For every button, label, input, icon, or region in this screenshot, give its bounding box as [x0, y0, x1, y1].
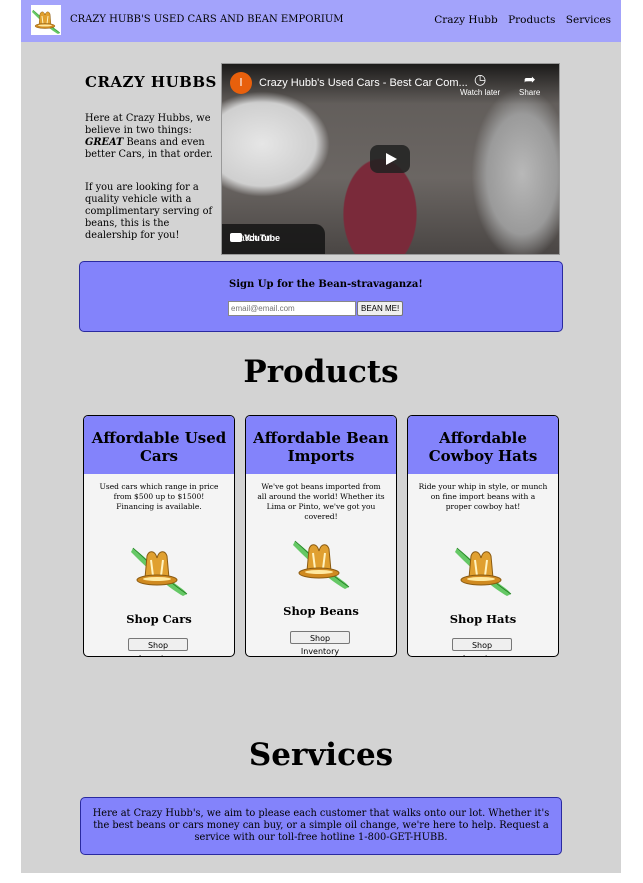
intro-emphasis: GREAT [85, 137, 124, 148]
share-label: Share [519, 88, 541, 97]
product-card-cars: Affordable Used Cars Used cars which ran… [83, 415, 235, 657]
cowboy-hat-logo-icon [453, 538, 513, 598]
shop-inventory-button[interactable]: Shop Inventory [128, 638, 188, 656]
watch-on-youtube-button[interactable]: Watch on YouTube [222, 224, 325, 254]
card-description: We've got beans imported from all around… [257, 482, 385, 521]
card-header: Affordable Bean Imports [246, 416, 396, 474]
signup-box: Sign Up for the Bean-stravaganza! BEAN M… [79, 261, 563, 332]
email-input[interactable] [228, 301, 356, 316]
services-heading: Services [248, 737, 394, 773]
services-text: Here at Crazy Hubb's, we aim to please e… [92, 808, 550, 843]
play-button[interactable] [370, 145, 410, 173]
intro-paragraph-2: If you are looking for a quality vehicle… [85, 182, 213, 241]
card-title: Affordable Cowboy Hats [428, 429, 538, 465]
intro-title: CRAZY HUBBS [85, 73, 217, 91]
cowboy-hat-logo-icon[interactable] [31, 5, 61, 35]
card-description: Ride your whip in style, or munch on fin… [418, 482, 548, 511]
video-embed[interactable]: I Crazy Hubb's Used Cars - Best Car Com.… [221, 63, 560, 255]
navbar: CRAZY HUBB'S USED CARS AND BEAN EMPORIUM… [21, 0, 621, 42]
nav-link-products[interactable]: Products [508, 14, 555, 26]
shop-inventory-button[interactable]: Shop Inventory [290, 631, 350, 656]
product-card-beans: Affordable Bean Imports We've got beans … [245, 415, 397, 657]
card-shop-heading: Shop Beans [283, 604, 359, 618]
card-header: Affordable Cowboy Hats [408, 416, 558, 474]
youtube-logo-icon: YouTube [230, 233, 280, 243]
video-title[interactable]: Crazy Hubb's Used Cars - Best Car Com... [259, 77, 468, 89]
brand-name: CRAZY HUBB'S USED CARS AND BEAN EMPORIUM [70, 14, 344, 25]
shop-inventory-button[interactable]: Shop Inventory [452, 638, 512, 656]
intro-text: Here at Crazy Hubbs, we believe in two t… [85, 113, 211, 136]
signup-title: Sign Up for the Bean-stravaganza! [229, 279, 423, 290]
share-arrow-icon: ➦ [523, 71, 536, 87]
card-shop-heading: Shop Cars [126, 612, 192, 626]
card-title: Affordable Used Cars [91, 429, 227, 465]
nav-links: Crazy Hubb Products Services [427, 14, 611, 26]
watch-later-button[interactable]: ◷ Watch later [460, 70, 500, 97]
bean-me-button[interactable]: BEAN ME! [357, 301, 404, 316]
card-description: Used cars which range in price from $500… [99, 482, 219, 511]
watch-later-label: Watch later [460, 88, 501, 97]
share-button[interactable]: ➦ Share [519, 70, 540, 97]
nav-link-services[interactable]: Services [566, 14, 611, 26]
card-header: Affordable Used Cars [84, 416, 234, 474]
channel-avatar[interactable]: I [230, 72, 252, 94]
cowboy-hat-logo-icon [291, 531, 351, 591]
intro-paragraph-1: Here at Crazy Hubbs, we believe in two t… [85, 113, 213, 161]
card-title: Affordable Bean Imports [253, 429, 389, 465]
cowboy-hat-logo-icon [129, 538, 189, 598]
clock-icon: ◷ [473, 71, 487, 87]
product-card-hats: Affordable Cowboy Hats Ride your whip in… [407, 415, 559, 657]
page-container: CRAZY HUBB'S USED CARS AND BEAN EMPORIUM… [21, 0, 621, 873]
nav-link-crazy-hubb[interactable]: Crazy Hubb [434, 14, 497, 26]
card-shop-heading: Shop Hats [449, 612, 517, 626]
products-heading: Products [243, 354, 399, 390]
services-box: Here at Crazy Hubb's, we aim to please e… [80, 797, 562, 855]
